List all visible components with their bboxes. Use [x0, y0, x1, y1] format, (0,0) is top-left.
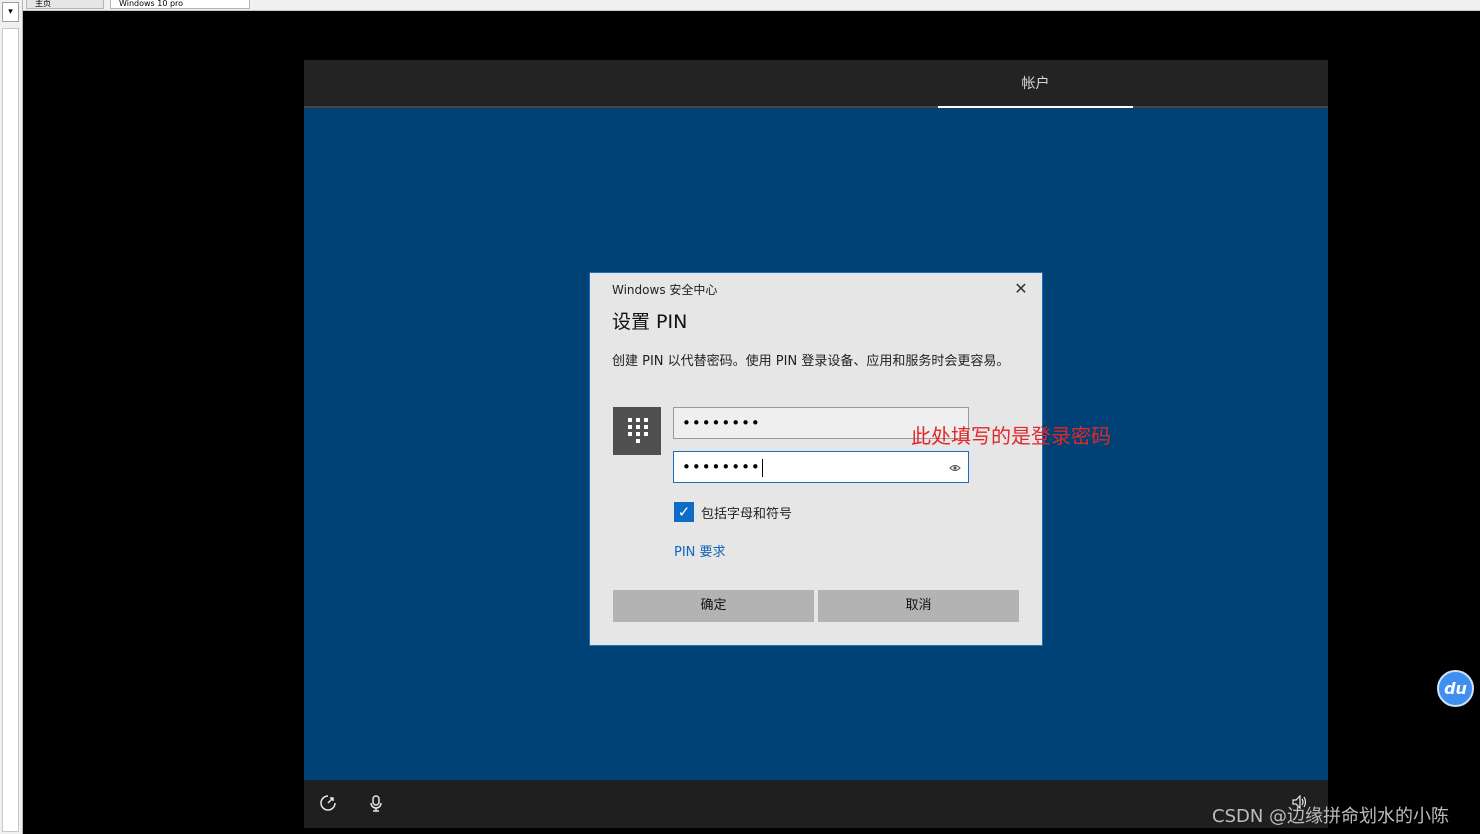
header-divider — [304, 106, 1328, 108]
cancel-button[interactable]: 取消 — [818, 590, 1019, 622]
microphone-icon[interactable] — [366, 794, 386, 814]
text-caret — [761, 458, 763, 477]
vm-screen: 帐户 Windows 安全中心 ✕ 设置 PIN 创建 PIN 以代替密码。使用… — [304, 60, 1328, 828]
ok-button[interactable]: 确定 — [613, 590, 814, 622]
checkmark-icon: ✓ — [677, 503, 691, 521]
du-badge-icon[interactable]: du — [1437, 670, 1474, 707]
tab-account[interactable]: 帐户 — [938, 60, 1133, 108]
oobe-footer — [304, 780, 1328, 828]
reveal-password-icon[interactable] — [949, 453, 961, 481]
confirm-pin-input[interactable]: •••••••• — [673, 451, 969, 483]
ease-of-access-icon-glyph — [320, 795, 336, 811]
dialog-app-title: Windows 安全中心 — [612, 283, 718, 297]
watermark: CSDN @边缘拼命划水的小陈 — [1212, 806, 1450, 827]
host-scrollbar[interactable] — [2, 28, 19, 832]
new-pin-value: •••••••• — [682, 414, 761, 432]
dialog-description: 创建 PIN 以代替密码。使用 PIN 登录设备、应用和服务时会更容易。 — [612, 354, 1010, 369]
host-dropdown-button[interactable]: ▾ — [2, 2, 19, 22]
host-tab-home[interactable]: 主页 — [26, 0, 104, 9]
host-tab-vm[interactable]: Windows 10 pro — [110, 0, 250, 9]
include-letters-checkbox[interactable]: ✓ — [674, 502, 694, 522]
include-letters-label[interactable]: 包括字母和符号 — [701, 503, 792, 522]
annotation-text: 此处填写的是登录密码 — [911, 424, 1111, 448]
close-icon: ✕ — [1014, 279, 1028, 298]
microphone-icon-glyph — [370, 795, 382, 812]
confirm-pin-value: •••••••• — [682, 458, 761, 476]
close-button[interactable]: ✕ — [1010, 279, 1032, 299]
ease-of-access-icon[interactable] — [318, 794, 338, 814]
set-pin-dialog: Windows 安全中心 ✕ 设置 PIN 创建 PIN 以代替密码。使用 PI… — [589, 272, 1043, 646]
dialog-heading: 设置 PIN — [612, 311, 688, 333]
host-left-panel: ▾ — [0, 0, 23, 834]
oobe-header — [304, 60, 1328, 106]
keypad-icon — [613, 407, 661, 455]
host-tab-bar: 主页 Windows 10 pro — [0, 0, 1480, 11]
eye-icon — [949, 464, 961, 471]
pin-requirements-link[interactable]: PIN 要求 — [674, 541, 726, 560]
